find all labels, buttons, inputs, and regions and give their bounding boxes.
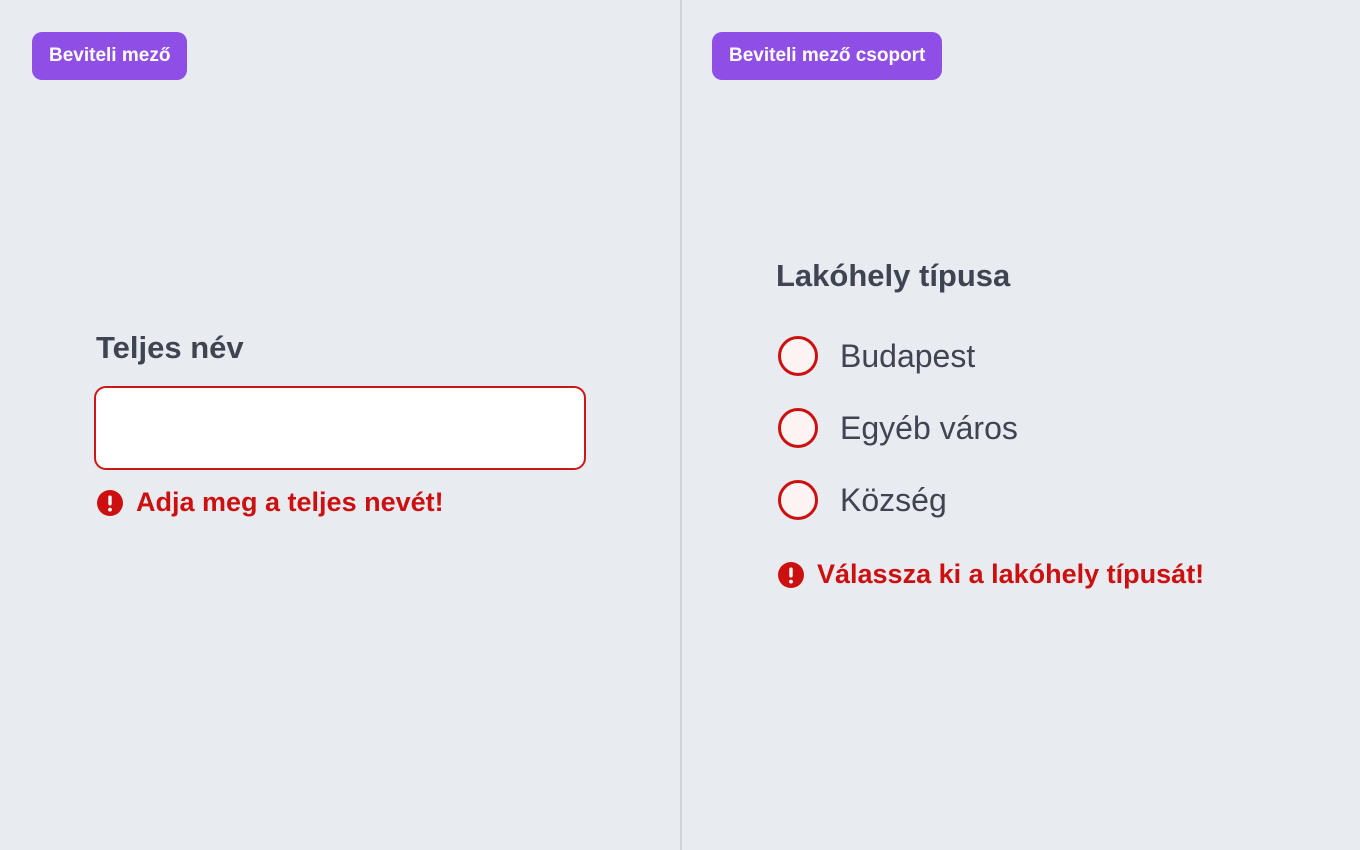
radio-option-other-city[interactable]: Egyéb város (778, 408, 1018, 448)
radio-button[interactable] (778, 408, 818, 448)
radio-option-label: Egyéb város (840, 409, 1018, 446)
radio-button[interactable] (778, 480, 818, 520)
residence-type-error-message: Válassza ki a lakóhely típusát! (777, 559, 1204, 590)
input-group-demo-panel: Beviteli mező csoport Lakóhely típusa Bu… (682, 0, 1360, 850)
error-exclamation-icon (97, 489, 123, 516)
radio-option-label: Budapest (840, 337, 976, 374)
radio-option-village[interactable]: Község (778, 480, 947, 520)
full-name-error-message: Adja meg a teljes nevét! (96, 487, 444, 518)
section-tag-input-field: Beviteli mező (32, 32, 188, 80)
section-tag-input-group: Beviteli mező csoport (712, 32, 943, 80)
full-name-label: Teljes név (96, 330, 244, 365)
full-name-error-text: Adja meg a teljes nevét! (136, 487, 444, 517)
error-exclamation-icon (778, 561, 804, 588)
input-field-demo-panel: Beviteli mező Teljes név Adja meg a telj… (0, 0, 680, 850)
radio-button[interactable] (778, 336, 818, 376)
full-name-input[interactable] (94, 386, 586, 470)
radio-option-label: Község (840, 481, 947, 518)
residence-type-error-text: Válassza ki a lakóhely típusát! (817, 559, 1205, 589)
residence-type-label: Lakóhely típusa (776, 258, 1011, 293)
radio-option-budapest[interactable]: Budapest (778, 336, 975, 376)
